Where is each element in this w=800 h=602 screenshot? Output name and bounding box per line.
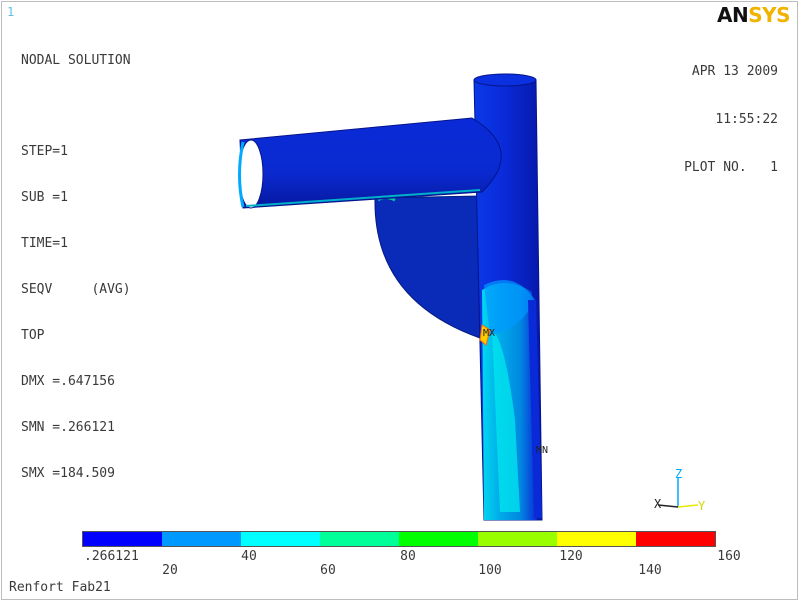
legend-band-2 — [162, 532, 241, 546]
legend-band-5 — [399, 532, 478, 546]
legend-band-4 — [320, 532, 399, 546]
max-marker: MX — [483, 328, 495, 339]
legend-band-6 — [478, 532, 557, 546]
y-axis-line — [677, 504, 699, 508]
legend-band-3 — [241, 532, 320, 546]
model-title: Renfort Fab21 — [9, 580, 111, 595]
legend-band-1 — [83, 532, 162, 546]
column-top-end — [473, 73, 537, 87]
axis-triad: Z Y X — [650, 465, 710, 519]
legend-band-8 — [636, 532, 715, 546]
triad-x-label: X — [654, 497, 662, 511]
min-marker: MN — [536, 445, 548, 456]
contour-legend — [82, 531, 716, 547]
triad-y-label: Y — [698, 499, 706, 513]
triad-z-label: Z — [675, 467, 683, 481]
gusset-plate — [374, 195, 481, 339]
horizontal-tube — [239, 117, 502, 209]
legend-band-7 — [557, 532, 636, 546]
